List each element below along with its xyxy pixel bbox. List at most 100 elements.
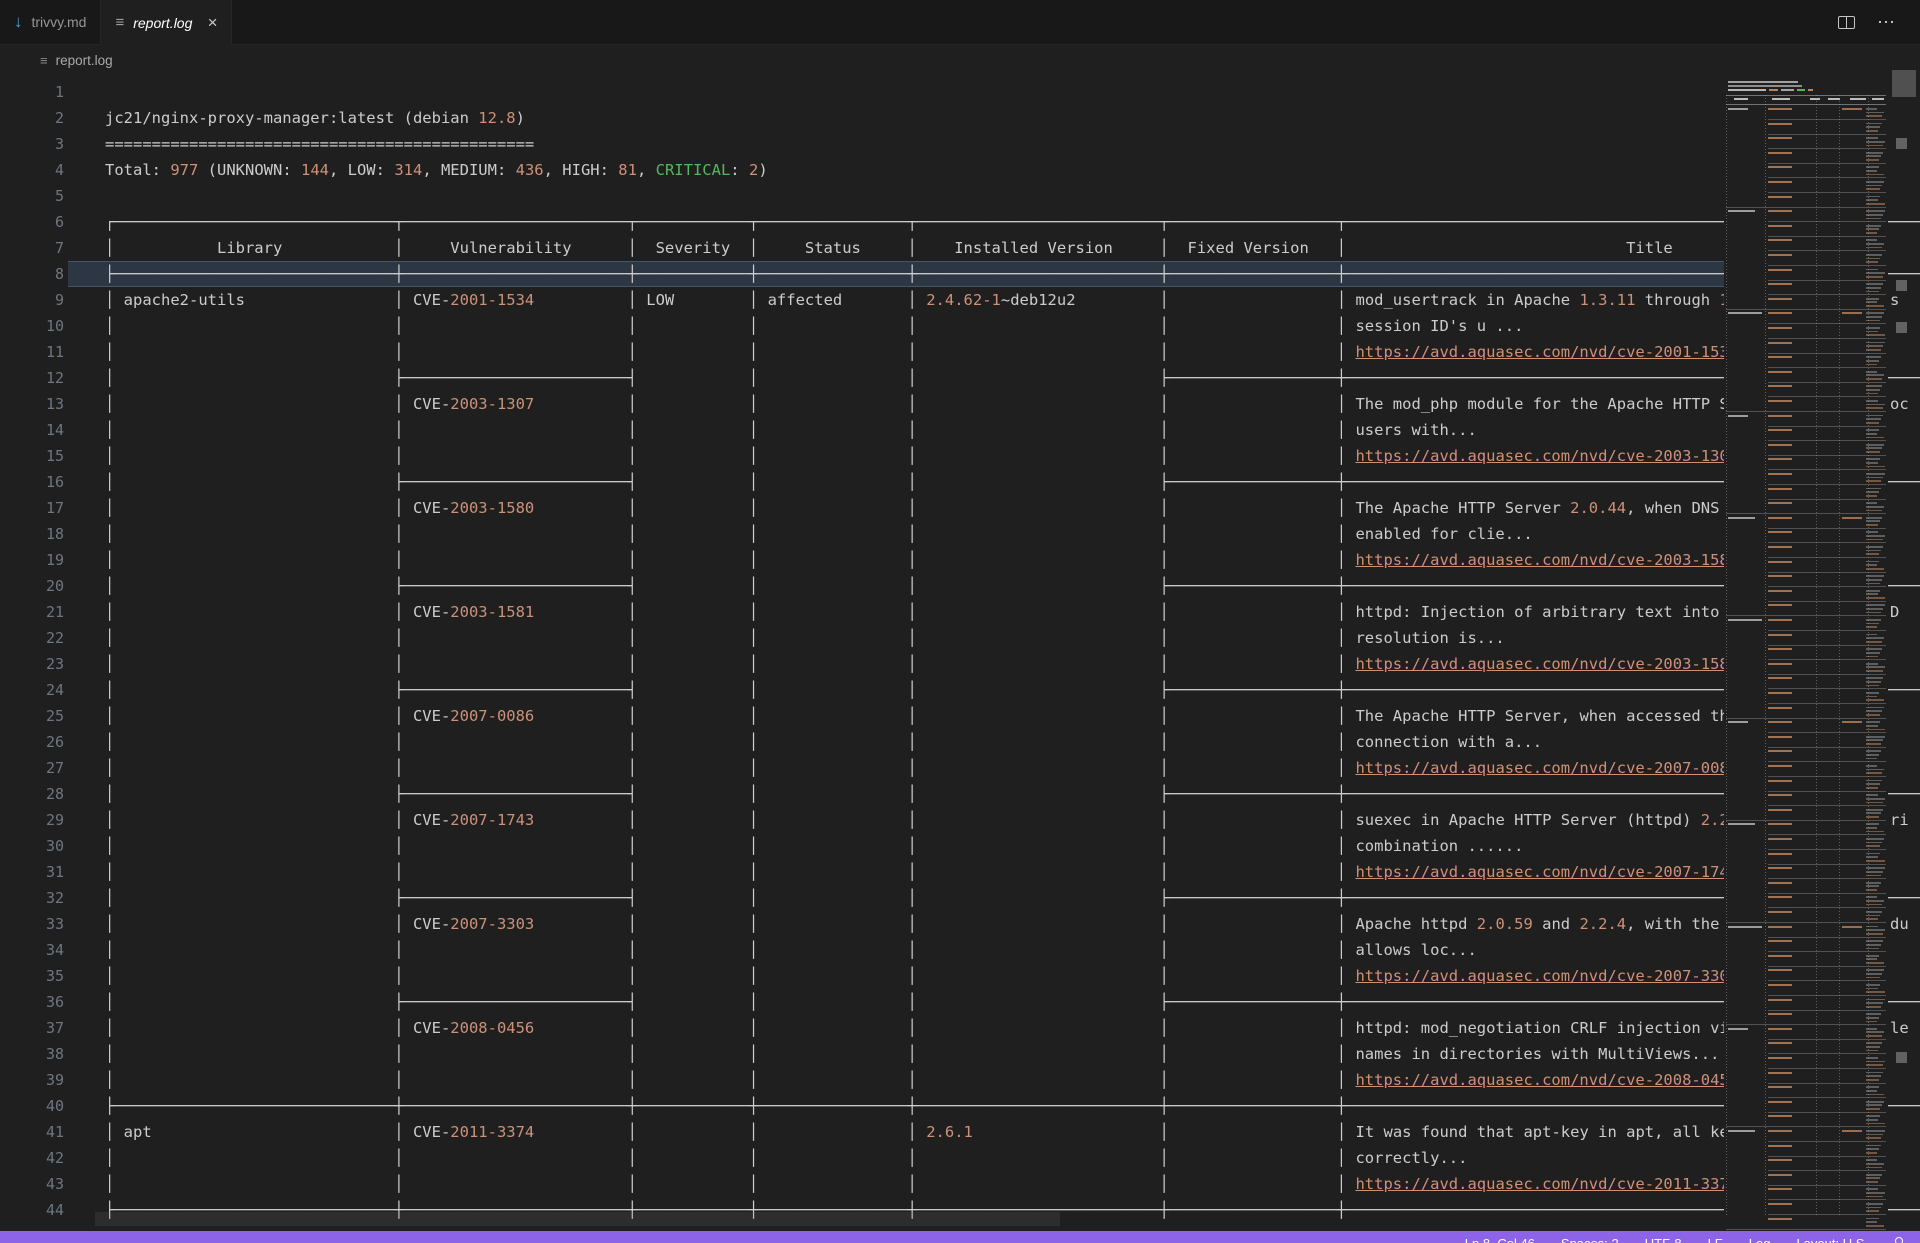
line-number[interactable]: 22	[0, 625, 64, 651]
status-item[interactable]: Log	[1749, 1236, 1771, 1243]
line-number[interactable]: 19	[0, 547, 64, 573]
code-line-19[interactable]: │ │ │ │ │ │ │ https://avd.aquasec.com/nv…	[105, 547, 1920, 573]
line-number[interactable]: 26	[0, 729, 64, 755]
code-line-5[interactable]	[105, 183, 1920, 209]
code-line-8[interactable]: ├──────────────────────────────┼────────…	[105, 261, 1920, 287]
code-line-20[interactable]: │ ├────────────────────────┤ │ │ ├──────…	[105, 573, 1920, 599]
line-number[interactable]: 16	[0, 469, 64, 495]
code-line-42[interactable]: │ │ │ │ │ │ │ correctly...	[105, 1145, 1920, 1171]
code-line-30[interactable]: │ │ │ │ │ │ │ combination ......	[105, 833, 1920, 859]
minimap[interactable]	[1724, 74, 1888, 1231]
code-line-37[interactable]: │ │ CVE-2008-0456 │ │ │ │ │ httpd: mod_n…	[105, 1015, 1920, 1041]
line-number[interactable]: 3	[0, 131, 64, 157]
code-line-43[interactable]: │ │ │ │ │ │ │ https://avd.aquasec.com/nv…	[105, 1171, 1920, 1197]
line-number[interactable]: 41	[0, 1119, 64, 1145]
vulnerability-link[interactable]: https://avd.aquasec.com/nvd/cve-2011-337…	[1355, 1175, 1738, 1193]
code-line-35[interactable]: │ │ │ │ │ │ │ https://avd.aquasec.com/nv…	[105, 963, 1920, 989]
line-number[interactable]: 10	[0, 313, 64, 339]
line-number[interactable]: 40	[0, 1093, 64, 1119]
status-item[interactable]: Spaces: 2	[1561, 1236, 1619, 1243]
close-icon[interactable]: ×	[207, 14, 217, 31]
code-line-15[interactable]: │ │ │ │ │ │ │ https://avd.aquasec.com/nv…	[105, 443, 1920, 469]
code-line-18[interactable]: │ │ │ │ │ │ │ enabled for clie...	[105, 521, 1920, 547]
line-number[interactable]: 24	[0, 677, 64, 703]
code-line-32[interactable]: │ ├────────────────────────┤ │ │ ├──────…	[105, 885, 1920, 911]
code-line-31[interactable]: │ │ │ │ │ │ │ https://avd.aquasec.com/nv…	[105, 859, 1920, 885]
line-number[interactable]: 36	[0, 989, 64, 1015]
line-number[interactable]: 12	[0, 365, 64, 391]
line-number[interactable]: 31	[0, 859, 64, 885]
code-line-22[interactable]: │ │ │ │ │ │ │ resolution is...	[105, 625, 1920, 651]
line-number[interactable]: 43	[0, 1171, 64, 1197]
vulnerability-link[interactable]: https://avd.aquasec.com/nvd/cve-2007-330…	[1355, 967, 1738, 985]
code-line-36[interactable]: │ ├────────────────────────┤ │ │ ├──────…	[105, 989, 1920, 1015]
vulnerability-link[interactable]: https://avd.aquasec.com/nvd/cve-2003-158…	[1355, 551, 1738, 569]
breadcrumb[interactable]: ≡ report.log	[0, 46, 1920, 74]
code-line-7[interactable]: │ Library │ Vulnerability │ Severity │ S…	[105, 235, 1920, 261]
code-line-16[interactable]: │ ├────────────────────────┤ │ │ ├──────…	[105, 469, 1920, 495]
status-item[interactable]: Layout: U.S.	[1796, 1236, 1868, 1243]
line-number[interactable]: 23	[0, 651, 64, 677]
code-line-21[interactable]: │ │ CVE-2003-1581 │ │ │ │ │ httpd: Injec…	[105, 599, 1920, 625]
line-number[interactable]: 6	[0, 209, 64, 235]
status-item[interactable]: Ln 8, Col 46	[1465, 1236, 1535, 1243]
code-line-41[interactable]: │ apt │ CVE-2011-3374 │ │ │ 2.6.1 │ │ It…	[105, 1119, 1920, 1145]
horizontal-scrollbar-thumb[interactable]	[95, 1212, 1060, 1226]
line-number[interactable]: 20	[0, 573, 64, 599]
code-line-29[interactable]: │ │ CVE-2007-1743 │ │ │ │ │ suexec in Ap…	[105, 807, 1920, 833]
line-number[interactable]: 42	[0, 1145, 64, 1171]
more-actions-icon[interactable]: ⋯	[1877, 13, 1896, 31]
line-number[interactable]: 15	[0, 443, 64, 469]
code-line-6[interactable]: ┌──────────────────────────────┬────────…	[105, 209, 1920, 235]
code-line-4[interactable]: Total: 977 (UNKNOWN: 144, LOW: 314, MEDI…	[105, 157, 1920, 183]
line-number[interactable]: 28	[0, 781, 64, 807]
line-number[interactable]: 37	[0, 1015, 64, 1041]
line-number[interactable]: 44	[0, 1197, 64, 1223]
line-number[interactable]: 13	[0, 391, 64, 417]
vulnerability-link[interactable]: https://avd.aquasec.com/nvd/cve-2003-130…	[1355, 447, 1738, 465]
line-number[interactable]: 30	[0, 833, 64, 859]
line-number[interactable]: 21	[0, 599, 64, 625]
line-number[interactable]: 11	[0, 339, 64, 365]
line-number[interactable]: 8	[0, 261, 64, 287]
tab-trivvy-md[interactable]: ↓ trivvy.md	[0, 0, 101, 44]
code-line-3[interactable]: ========================================…	[105, 131, 1920, 157]
code-line-27[interactable]: │ │ │ │ │ │ │ https://avd.aquasec.com/nv…	[105, 755, 1920, 781]
vulnerability-link[interactable]: https://avd.aquasec.com/nvd/cve-2008-045…	[1355, 1071, 1738, 1089]
vulnerability-link[interactable]: https://avd.aquasec.com/nvd/cve-2001-153…	[1355, 343, 1738, 361]
line-number[interactable]: 17	[0, 495, 64, 521]
vertical-scrollbar-thumb[interactable]	[1892, 70, 1916, 97]
line-number[interactable]: 5	[0, 183, 64, 209]
vulnerability-link[interactable]: https://avd.aquasec.com/nvd/cve-2007-008…	[1355, 759, 1738, 777]
vulnerability-link[interactable]: https://avd.aquasec.com/nvd/cve-2007-174…	[1355, 863, 1738, 881]
line-number[interactable]: 7	[0, 235, 64, 261]
split-editor-icon[interactable]	[1838, 16, 1855, 29]
code-line-2[interactable]: jc21/nginx-proxy-manager:latest (debian …	[105, 105, 1920, 131]
line-number[interactable]: 35	[0, 963, 64, 989]
line-number[interactable]: 14	[0, 417, 64, 443]
status-item[interactable]: UTF-8	[1645, 1236, 1682, 1243]
line-number[interactable]: 9	[0, 287, 64, 313]
line-number[interactable]: 32	[0, 885, 64, 911]
code-line-25[interactable]: │ │ CVE-2007-0086 │ │ │ │ │ The Apache H…	[105, 703, 1920, 729]
line-number[interactable]: 18	[0, 521, 64, 547]
code-line-26[interactable]: │ │ │ │ │ │ │ connection with a...	[105, 729, 1920, 755]
tab-report-log[interactable]: ≡ report.log ×	[101, 0, 232, 45]
code-line-9[interactable]: │ apache2-utils │ CVE-2001-1534 │ LOW │ …	[105, 287, 1920, 313]
code-line-24[interactable]: │ ├────────────────────────┤ │ │ ├──────…	[105, 677, 1920, 703]
code-line-33[interactable]: │ │ CVE-2007-3303 │ │ │ │ │ Apache httpd…	[105, 911, 1920, 937]
line-number[interactable]: 33	[0, 911, 64, 937]
code-line-11[interactable]: │ │ │ │ │ │ │ https://avd.aquasec.com/nv…	[105, 339, 1920, 365]
vulnerability-link[interactable]: https://avd.aquasec.com/nvd/cve-2003-158…	[1355, 655, 1738, 673]
code-line-34[interactable]: │ │ │ │ │ │ │ allows loc...	[105, 937, 1920, 963]
search-icon[interactable]	[1894, 1236, 1908, 1243]
line-number[interactable]: 4	[0, 157, 64, 183]
line-number[interactable]: 29	[0, 807, 64, 833]
code-line-12[interactable]: │ ├────────────────────────┤ │ │ ├──────…	[105, 365, 1920, 391]
code-line-40[interactable]: ├──────────────────────────────┼────────…	[105, 1093, 1920, 1119]
code-line-38[interactable]: │ │ │ │ │ │ │ names in directories with …	[105, 1041, 1920, 1067]
line-numbers[interactable]: 1234567891011121314151617181920212223242…	[0, 79, 64, 1223]
code-line-17[interactable]: │ │ CVE-2003-1580 │ │ │ │ │ The Apache H…	[105, 495, 1920, 521]
line-number[interactable]: 2	[0, 105, 64, 131]
code-line-23[interactable]: │ │ │ │ │ │ │ https://avd.aquasec.com/nv…	[105, 651, 1920, 677]
